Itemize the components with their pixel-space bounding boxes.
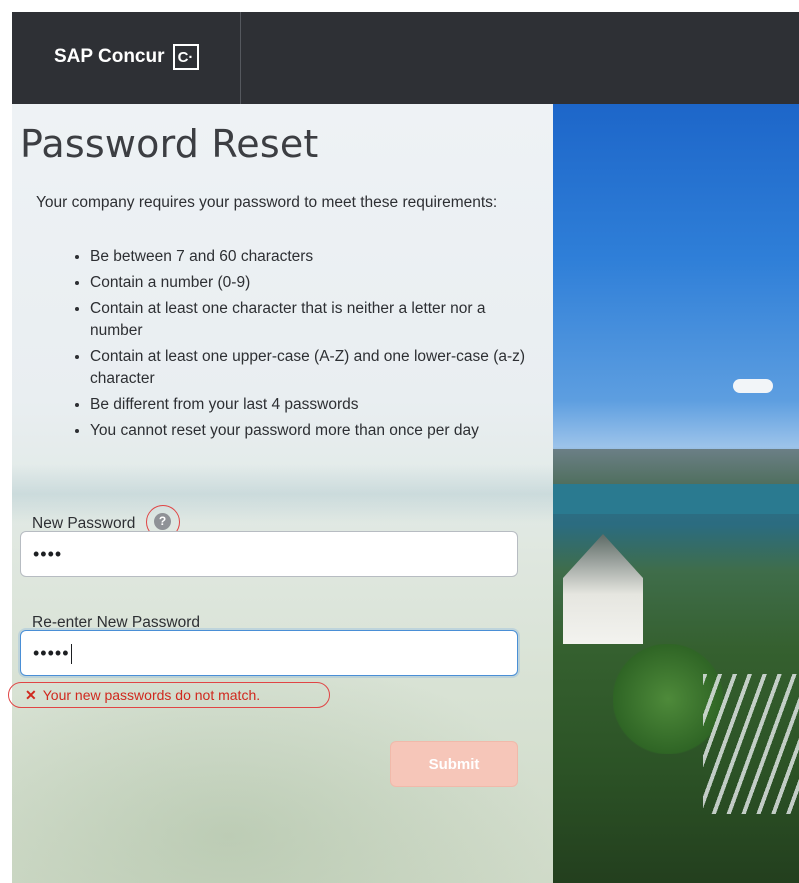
concur-logo-icon: C· <box>172 44 199 70</box>
text-caret <box>70 644 73 665</box>
submit-button[interactable]: Submit <box>390 741 518 787</box>
cable-car-rail <box>703 674 799 814</box>
requirements-list: Be between 7 and 60 characters Contain a… <box>70 246 540 446</box>
error-message: Your new passwords do not match. <box>42 687 261 703</box>
building-roof <box>563 534 643 644</box>
brand-logo[interactable]: SAP Concur C· <box>54 44 199 70</box>
new-password-input[interactable]: •••• <box>20 531 518 577</box>
password-mismatch-error: ✕ Your new passwords do not match. <box>8 682 330 708</box>
question-mark-icon: ? <box>154 513 171 530</box>
hills <box>553 449 799 489</box>
wellington-photo <box>553 104 799 883</box>
requirement-item: Contain a number (0-9) <box>90 272 540 294</box>
page-title: Password Reset <box>20 122 319 166</box>
x-icon: ✕ <box>25 686 37 703</box>
requirements-intro: Your company requires your password to m… <box>36 194 498 211</box>
requirement-item: Contain at least one character that is n… <box>90 298 540 342</box>
harbour-water <box>553 484 799 514</box>
cloud <box>733 379 773 393</box>
top-header: SAP Concur C· <box>12 12 799 104</box>
reenter-password-input[interactable]: ••••• <box>20 630 518 676</box>
header-divider <box>240 12 241 104</box>
reenter-password-value: ••••• <box>33 643 70 663</box>
requirement-item: You cannot reset your password more than… <box>90 420 540 442</box>
brand-text: SAP Concur <box>54 46 165 67</box>
requirement-item: Contain at least one upper-case (A-Z) an… <box>90 346 540 390</box>
requirement-item: Be different from your last 4 passwords <box>90 394 540 416</box>
requirement-item: Be between 7 and 60 characters <box>90 246 540 268</box>
